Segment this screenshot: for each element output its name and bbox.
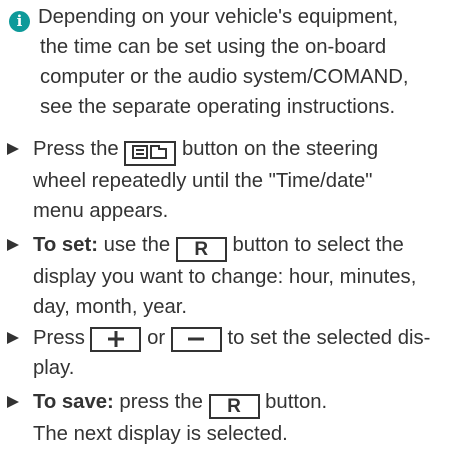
manual-page: i Depending on your vehicle's equipment, … — [0, 0, 465, 448]
step-4-text-before: press the — [119, 391, 203, 413]
step-press-plus-minus: Press or to set the selected dis- play. — [7, 323, 462, 383]
step-2-text-after: button to select the — [232, 234, 404, 256]
display-menu-icon — [124, 141, 177, 166]
step-1-line-3: menu appears. — [33, 200, 169, 222]
step-to-set: To set: use the R button to select the d… — [7, 230, 462, 322]
note-line-1: i Depending on your vehicle's equipment, — [9, 2, 461, 32]
step-1-line-2: wheel repeatedly until the "Time/date" — [33, 170, 373, 192]
note-line-3: computer or the audio system/COMAND, — [40, 66, 409, 88]
bullet-arrow-icon — [7, 143, 19, 155]
step-3-text-before: Press — [33, 327, 85, 349]
step-2-line-3: day, month, year. — [33, 296, 188, 318]
bullet-arrow-icon — [7, 239, 19, 251]
step-3-text-after: to set the selected dis- — [227, 327, 431, 349]
step-1-text-after: button on the steering — [181, 138, 379, 160]
step-4-bold-label: To save: — [33, 391, 114, 413]
minus-icon — [170, 327, 222, 352]
note-line-4: see the separate operating instructions. — [40, 96, 396, 118]
step-2-bold-label: To set: — [33, 234, 98, 256]
note-text-1: Depending on your vehicle's equipment, — [38, 6, 399, 28]
step-2-line-2: display you want to change: hour, minute… — [33, 266, 417, 288]
step-4-text-after: button. — [265, 391, 328, 413]
note-line-2: the time can be set using the on-board — [40, 36, 387, 58]
r-key: R — [175, 237, 227, 262]
step-1-text-before: Press the — [33, 138, 119, 160]
step-3-line-2: play. — [33, 357, 75, 379]
step-3-text-or: or — [147, 327, 166, 349]
step-4-line-1: To save: press the R button. — [7, 387, 462, 419]
info-icon: i — [9, 11, 30, 32]
step-press-display-button: Press the button on the steering wheel r… — [7, 134, 462, 226]
step-2-text-before: use the — [103, 234, 171, 256]
r-key: R — [208, 394, 260, 419]
step-2-line-1: To set: use the R button to select the — [7, 230, 462, 262]
step-3-line-1: Press or to set the selected dis- — [7, 323, 462, 353]
step-4-line-2: The next display is selected. — [33, 423, 288, 445]
step-to-save: To save: press the R button. The next di… — [7, 387, 462, 449]
step-1-line-1: Press the button on the steering — [7, 134, 462, 166]
plus-icon — [90, 327, 142, 352]
bullet-arrow-icon — [7, 396, 19, 408]
info-note: i Depending on your vehicle's equipment, … — [9, 2, 461, 122]
bullet-arrow-icon — [7, 332, 19, 344]
